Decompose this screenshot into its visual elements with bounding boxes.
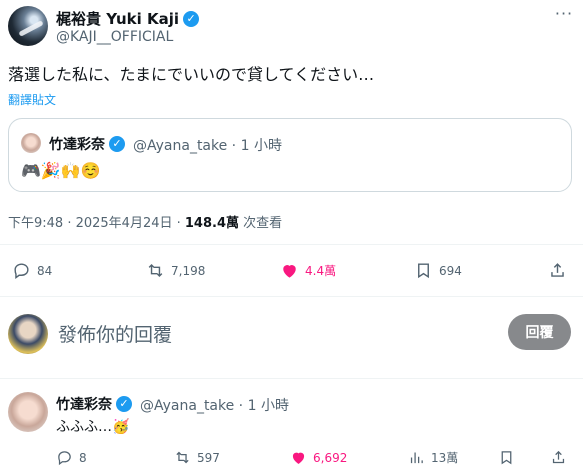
bookmark-count: 694 xyxy=(439,263,462,278)
quote-author-handle: @Ayana_take · 1 小時 xyxy=(133,138,282,154)
repost-icon xyxy=(148,263,163,278)
quote-author-avatar xyxy=(21,133,41,153)
translate-post-link[interactable]: 翻譯貼文 xyxy=(8,91,56,108)
tweet-meta: 下午9:48 · 2025年4月24日 · 148.4萬 次查看 xyxy=(8,212,282,231)
bookmark-action[interactable]: 694 xyxy=(414,261,462,280)
reply-views-count: 13萬 xyxy=(431,451,459,465)
my-avatar xyxy=(8,314,48,354)
reply-author-name-text[interactable]: 竹達彩奈 xyxy=(56,394,112,414)
repost-action[interactable]: 7,198 xyxy=(146,261,205,280)
author-name-text[interactable]: 梶裕貴 Yuki Kaji xyxy=(56,8,179,29)
reply-views-action[interactable]: 13萬 xyxy=(408,449,458,466)
quote-text: 🎮🎉🙌☺️ xyxy=(21,161,101,180)
reply-author-name[interactable]: 竹達彩奈 ✓ xyxy=(56,394,132,414)
bookmark-icon xyxy=(501,451,512,465)
repost-count: 7,198 xyxy=(171,263,206,278)
timestamp[interactable]: 下午9:48 · 2025年4月24日 · xyxy=(8,216,185,231)
reply-submit-button[interactable]: 回覆 xyxy=(508,314,571,350)
reply-like-count: 6,692 xyxy=(313,450,348,465)
reply-icon xyxy=(14,263,29,280)
quoted-tweet-card[interactable]: 竹達彩奈 ✓ @Ayana_take · 1 小時 🎮🎉🙌☺️ xyxy=(8,118,572,192)
divider xyxy=(0,296,583,297)
reply-icon xyxy=(58,451,71,466)
divider xyxy=(0,244,583,245)
author-name[interactable]: 梶裕貴 Yuki Kaji ✓ xyxy=(56,8,200,29)
share-icon xyxy=(551,263,564,277)
reply-input[interactable]: 發佈你的回覆 xyxy=(58,320,478,347)
quote-author-name-text: 竹達彩奈 xyxy=(49,137,105,153)
like-action[interactable]: 4.4萬 xyxy=(280,261,336,280)
reply-share-action[interactable] xyxy=(550,449,567,466)
like-count: 4.4萬 xyxy=(305,264,337,278)
share-icon xyxy=(552,450,565,464)
reply-author-avatar[interactable] xyxy=(8,392,48,432)
like-icon xyxy=(283,265,296,278)
divider xyxy=(0,378,583,379)
reply-bookmark-action[interactable] xyxy=(498,449,515,466)
verified-badge-icon: ✓ xyxy=(116,396,132,412)
tweet-text: 落選した私に、たまにでいいので貸してください… xyxy=(8,65,375,84)
verified-badge-icon: ✓ xyxy=(109,136,125,152)
reply-action[interactable]: 84 xyxy=(12,261,52,280)
reply-reply-count: 8 xyxy=(79,450,87,465)
views-label: 次查看 xyxy=(239,216,283,231)
share-action[interactable] xyxy=(548,261,567,280)
reply-text: ふふふ…🥳 xyxy=(56,419,130,435)
reply-repost-count: 597 xyxy=(197,450,220,465)
bookmark-icon xyxy=(418,263,429,279)
reply-like-action[interactable]: 6,692 xyxy=(290,449,347,466)
reply-count: 84 xyxy=(37,263,53,278)
views-count: 148.4萬 xyxy=(184,216,240,231)
views-icon xyxy=(410,452,423,464)
reply-reply-action[interactable]: 8 xyxy=(56,449,87,466)
quote-author-name: 竹達彩奈 ✓ xyxy=(49,134,125,154)
reply-author-handle[interactable]: @Ayana_take · 1 小時 xyxy=(140,395,289,415)
repost-icon xyxy=(176,451,189,464)
reply-repost-action[interactable]: 597 xyxy=(174,449,220,466)
author-avatar[interactable] xyxy=(8,6,48,46)
author-handle[interactable]: @KAJI__OFFICIAL xyxy=(56,29,173,45)
verified-badge-icon: ✓ xyxy=(183,10,200,27)
more-options-button[interactable]: ··· xyxy=(550,4,578,28)
like-icon xyxy=(292,452,305,464)
